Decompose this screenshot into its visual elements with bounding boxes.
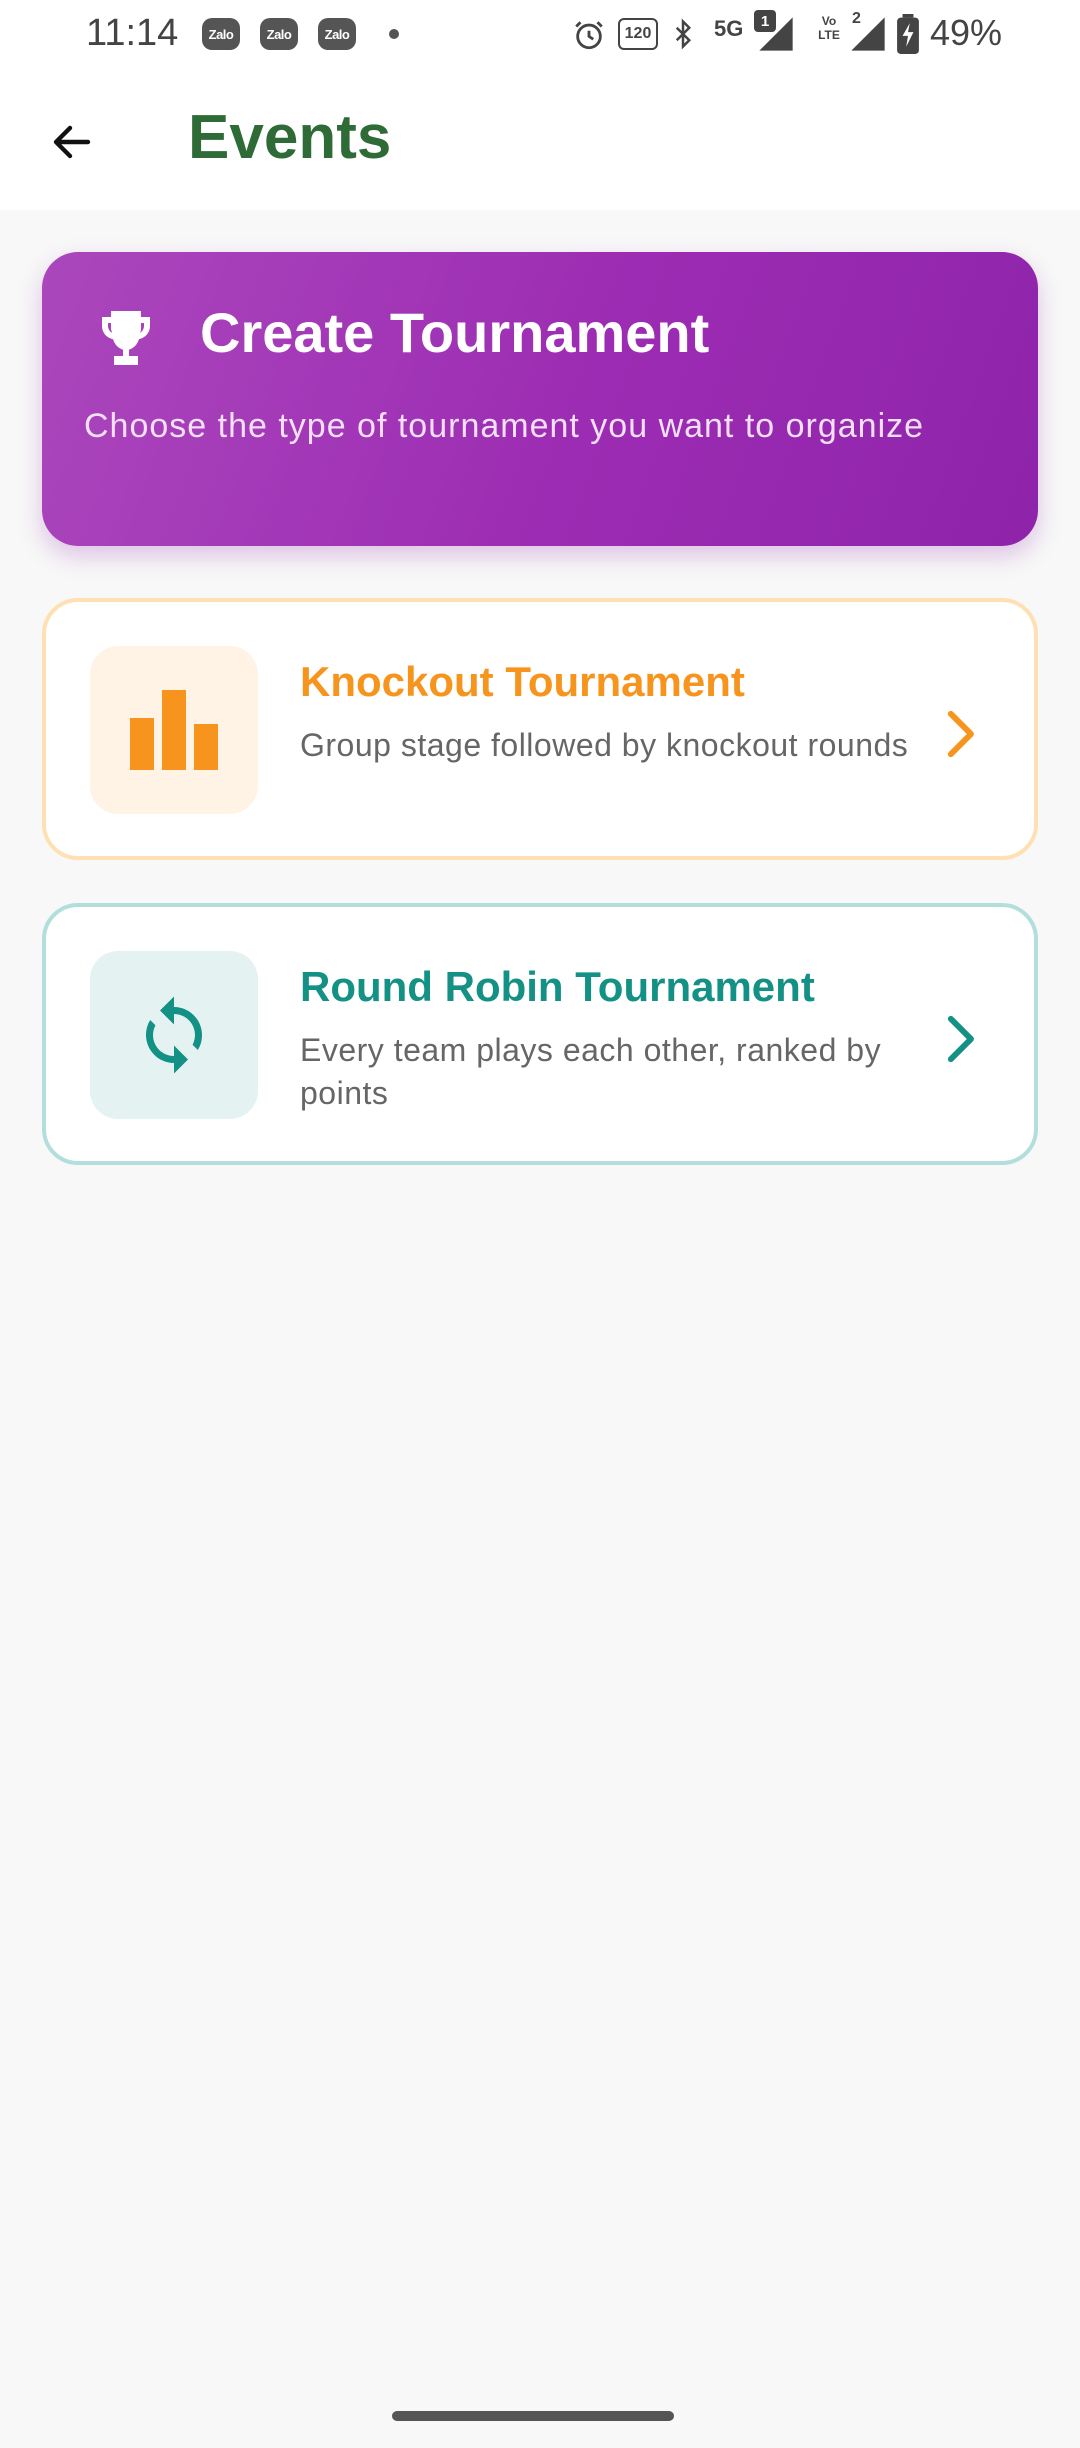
banner-title: Create Tournament xyxy=(200,301,710,364)
zalo-notification-icon: Zalo xyxy=(202,18,240,50)
knockout-tournament-card[interactable]: Knockout Tournament Group stage followed… xyxy=(42,598,1038,860)
gesture-navigation-bar[interactable] xyxy=(392,2411,674,2421)
bar-chart-icon xyxy=(130,690,218,770)
knockout-icon-container xyxy=(90,646,258,814)
status-time: 11:14 xyxy=(86,12,179,54)
sync-icon xyxy=(145,996,203,1074)
knockout-title: Knockout Tournament xyxy=(300,658,745,705)
chevron-right-icon xyxy=(947,1015,974,1063)
app-bar: Events xyxy=(0,68,1080,210)
zalo-notification-icon: Zalo xyxy=(318,18,356,50)
round-robin-title: Round Robin Tournament xyxy=(300,963,815,1010)
status-bar: 11:14 Zalo Zalo Zalo 120 5G 1 Vo LTE 2 4… xyxy=(0,0,1080,68)
knockout-description: Group stage followed by knockout rounds xyxy=(300,727,909,763)
refresh-rate-icon: 120 xyxy=(618,18,658,50)
back-button[interactable] xyxy=(34,104,110,180)
network-type: 5G xyxy=(714,16,744,41)
chevron-right-icon xyxy=(947,710,974,758)
signal-icon xyxy=(851,17,885,51)
round-robin-tournament-card[interactable]: Round Robin Tournament Every team plays … xyxy=(42,903,1038,1165)
battery-percentage: 49% xyxy=(930,12,1003,53)
volte-label: Vo LTE xyxy=(818,14,840,42)
create-tournament-banner: Create Tournament Choose the type of tou… xyxy=(42,252,1038,546)
bluetooth-icon xyxy=(675,18,692,50)
battery-icon xyxy=(897,14,919,54)
refresh-rate-value: 120 xyxy=(624,25,652,42)
screen: 11:14 Zalo Zalo Zalo 120 5G 1 Vo LTE 2 4… xyxy=(0,0,1080,2448)
alarm-icon xyxy=(575,21,603,50)
arrow-left-icon xyxy=(53,125,91,159)
banner-subtitle: Choose the type of tournament you want t… xyxy=(84,407,925,445)
more-notifications-dot-icon xyxy=(389,29,399,39)
round-robin-description: Every team plays each other, ranked by p… xyxy=(300,1032,882,1111)
trophy-icon xyxy=(102,311,150,365)
signal-icon xyxy=(759,17,793,51)
round-robin-icon-container xyxy=(90,951,258,1119)
page-title: Events xyxy=(188,103,392,172)
zalo-notification-icon: Zalo xyxy=(260,18,298,50)
volte-icon: Vo LTE xyxy=(812,14,846,42)
